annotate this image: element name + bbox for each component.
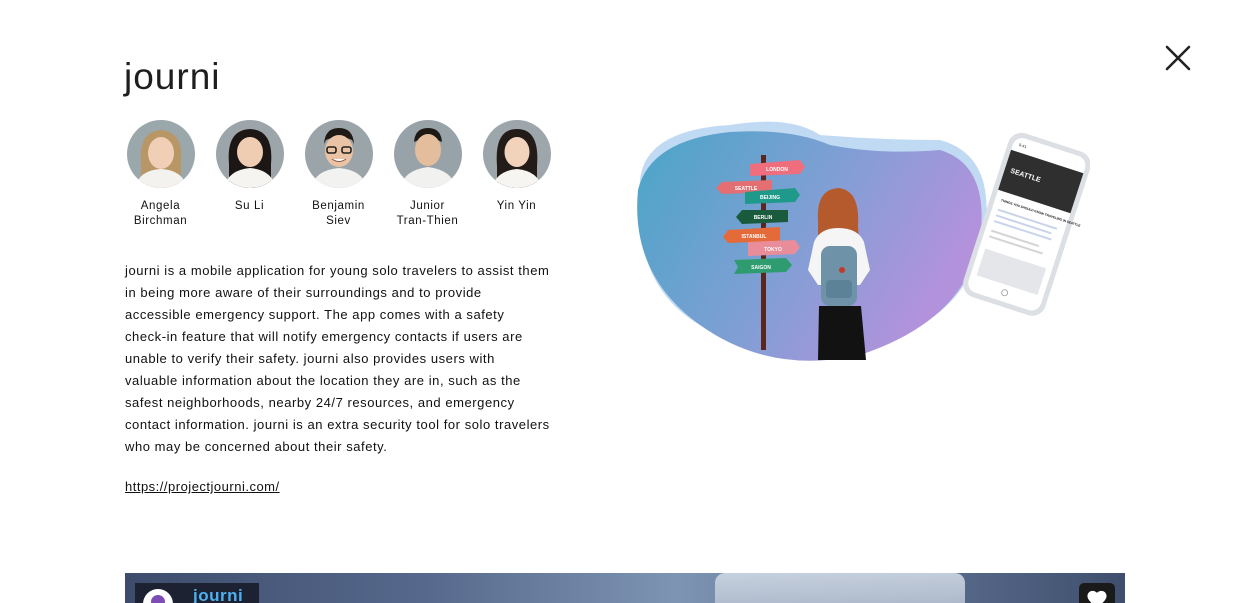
video-channel[interactable]: journi bbox=[135, 583, 259, 603]
heart-icon bbox=[1087, 590, 1107, 603]
avatar bbox=[126, 120, 195, 188]
avatar bbox=[304, 120, 373, 188]
signpost-label: SAIGON bbox=[751, 265, 771, 271]
team-member: Angela Birchman bbox=[116, 120, 205, 229]
avatar bbox=[215, 120, 284, 188]
project-link[interactable]: https://projectjourni.com/ bbox=[125, 479, 280, 494]
member-name: Junior Tran-Thien bbox=[396, 200, 459, 227]
signpost-label: BERLIN bbox=[754, 215, 773, 221]
team-member: Junior Tran-Thien bbox=[383, 120, 472, 229]
team-member: Yin Yin bbox=[472, 120, 561, 229]
like-button[interactable] bbox=[1079, 583, 1115, 603]
project-description: journi is a mobile application for young… bbox=[125, 263, 550, 454]
avatar bbox=[482, 120, 551, 188]
close-icon bbox=[1165, 45, 1191, 71]
signpost-label: LONDON bbox=[766, 167, 788, 173]
avatar bbox=[393, 120, 462, 188]
signpost-label: BEIJING bbox=[760, 195, 780, 201]
signpost-label: ISTANBUL bbox=[742, 234, 767, 240]
member-name: Angela Birchman bbox=[133, 200, 188, 227]
channel-avatar bbox=[143, 589, 173, 603]
member-name: Benjamin Siev bbox=[312, 200, 365, 227]
team-members: Angela Birchman Su Li Benjamin Siev Juni… bbox=[116, 120, 561, 229]
close-button[interactable] bbox=[1162, 42, 1194, 74]
member-name: Yin Yin bbox=[496, 200, 537, 212]
hero-illustration: LONDON SEATTLE BEIJING BERLIN ISTANBUL T… bbox=[637, 121, 1090, 361]
project-title: journi bbox=[124, 56, 221, 97]
channel-name: journi bbox=[193, 586, 244, 603]
signpost-label: TOKYO bbox=[764, 247, 782, 253]
member-name: Su Li bbox=[234, 200, 265, 212]
signpost-label: SEATTLE bbox=[735, 186, 758, 192]
team-member: Benjamin Siev bbox=[294, 120, 383, 229]
project-video[interactable]: journi bbox=[125, 573, 1125, 603]
video-thumbnail-phone bbox=[715, 573, 965, 603]
team-member: Su Li bbox=[205, 120, 294, 229]
